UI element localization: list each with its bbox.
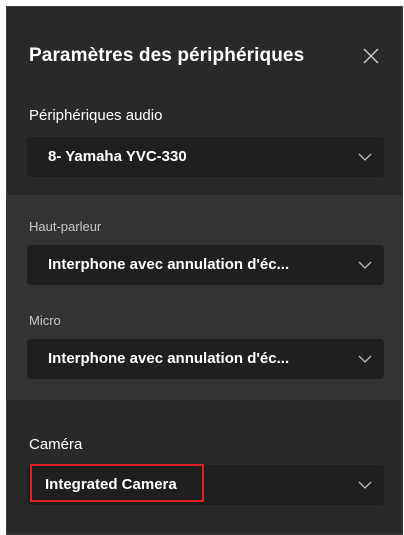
close-icon — [363, 48, 379, 64]
speaker-label: Haut-parleur — [29, 219, 102, 234]
microphone-dropdown[interactable]: Interphone avec annulation d'éc... — [27, 339, 384, 379]
audio-device-value: 8- Yamaha YVC-330 — [48, 148, 187, 165]
camera-section: Caméra Integrated Camera — [7, 400, 402, 534]
chevron-down-icon — [358, 261, 372, 269]
chevron-down-icon — [358, 481, 372, 489]
dialog-title: Paramètres des périphériques — [29, 45, 305, 66]
camera-value: Integrated Camera — [45, 476, 177, 493]
camera-dropdown[interactable]: Integrated Camera — [27, 465, 384, 505]
speaker-value: Interphone avec annulation d'éc... — [48, 256, 290, 273]
audio-subsettings-section: Haut-parleur Interphone avec annulation … — [7, 195, 402, 400]
chevron-down-icon — [358, 355, 372, 363]
audio-devices-label: Périphériques audio — [29, 107, 163, 124]
screen: Paramètres des périphériques Périphériqu… — [0, 0, 404, 535]
speaker-dropdown[interactable]: Interphone avec annulation d'éc... — [27, 245, 384, 285]
audio-device-dropdown[interactable]: 8- Yamaha YVC-330 — [27, 137, 384, 177]
chevron-down-icon — [358, 153, 372, 161]
close-button[interactable] — [360, 45, 382, 67]
microphone-value: Interphone avec annulation d'éc... — [48, 350, 290, 367]
device-settings-panel: Paramètres des périphériques Périphériqu… — [6, 6, 403, 535]
microphone-label: Micro — [29, 313, 61, 328]
camera-label: Caméra — [29, 436, 83, 453]
audio-devices-section: Paramètres des périphériques Périphériqu… — [7, 7, 402, 197]
